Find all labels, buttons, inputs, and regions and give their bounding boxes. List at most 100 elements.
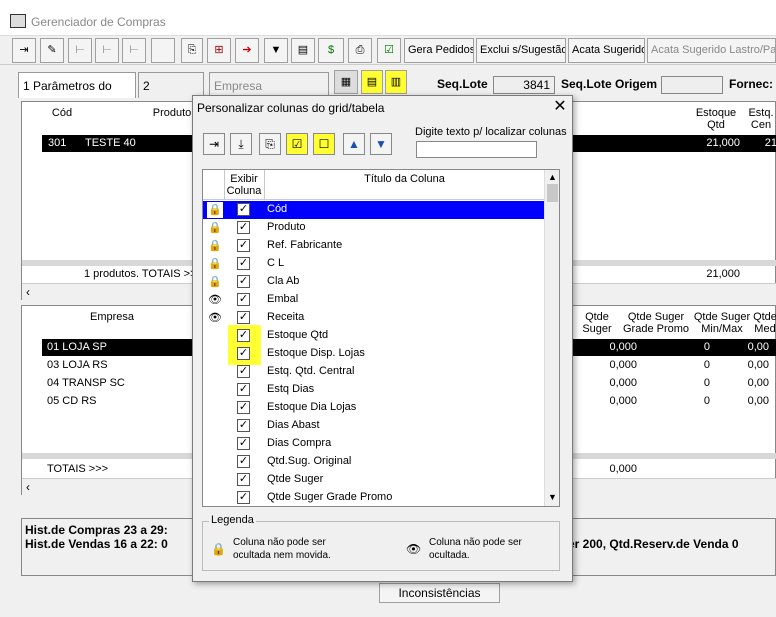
- arrow-up-icon[interactable]: ▲: [343, 133, 365, 155]
- show-column-checkbox[interactable]: ✓: [237, 221, 250, 234]
- column-title: Dias Abast: [267, 419, 320, 431]
- cell-grade-promo: 0: [703, 359, 710, 371]
- show-column-checkbox[interactable]: ✓: [237, 383, 250, 396]
- close-icon[interactable]: ✕: [550, 97, 570, 117]
- column-title: Estoque Dia Lojas: [267, 401, 357, 413]
- show-column-checkbox[interactable]: ✓: [237, 473, 250, 486]
- tree-collapse-icon[interactable]: ⊢: [122, 38, 146, 63]
- cell-minmax: 0,00: [747, 341, 769, 353]
- exit-icon[interactable]: ⇥: [203, 133, 225, 155]
- show-column-checkbox[interactable]: ✓: [237, 347, 250, 360]
- legend-title: Legenda: [209, 514, 256, 526]
- uncheck-all-icon[interactable]: ☐: [313, 133, 335, 155]
- cell-cod: 301: [48, 137, 67, 149]
- col-empresa[interactable]: Empresa: [62, 311, 162, 323]
- col-estoque-qtd[interactable]: Estoque Qtd: [690, 107, 742, 131]
- acata-sugerido-button[interactable]: Acata Sugerido: [568, 38, 645, 63]
- list-item[interactable]: ✓ Estoque Dia Lojas: [203, 399, 544, 417]
- column-title: Qtde Suger: [267, 473, 324, 485]
- scroll-left-icon[interactable]: ‹: [26, 285, 30, 299]
- show-column-checkbox[interactable]: ✓: [237, 365, 250, 378]
- edit-pencil-icon[interactable]: ✎: [40, 38, 64, 63]
- hist-vendas: Hist.de Vendas 16 a 22: 0: [25, 537, 168, 551]
- tab-parametros-lote[interactable]: 1 Parâmetros do Lote: [18, 72, 136, 119]
- show-column-checkbox[interactable]: ✓: [237, 455, 250, 468]
- search-label: Digite texto p/ localizar colunas: [415, 126, 567, 138]
- col-qtde-med[interactable]: Qtde Med: [753, 311, 776, 335]
- scroll-thumb[interactable]: [547, 184, 558, 202]
- show-column-checkbox[interactable]: ✓: [237, 257, 250, 270]
- legend-eye-text: Coluna não pode ser ocultada.: [429, 537, 522, 561]
- list-item[interactable]: 🔒 ✓ Cla Ab: [203, 273, 544, 291]
- list-item[interactable]: ✓ Estoque Disp. Lojas: [203, 343, 544, 365]
- list-item[interactable]: ✓ Dias Abast: [203, 417, 544, 435]
- show-column-checkbox[interactable]: ✓: [237, 239, 250, 252]
- seq-lote-label: Seq.Lote: [437, 77, 488, 91]
- search-input[interactable]: [416, 141, 537, 158]
- exit-icon[interactable]: ⇥: [12, 38, 36, 63]
- stores-totals-label: TOTAIS >>>: [47, 463, 109, 475]
- show-column-checkbox[interactable]: ✓: [237, 203, 250, 216]
- scroll-up-icon[interactable]: ▲: [548, 172, 557, 182]
- show-column-checkbox[interactable]: ✓: [237, 311, 250, 324]
- list-item[interactable]: ✓ Dias Compra: [203, 435, 544, 453]
- copy-icon[interactable]: ⎘: [259, 133, 281, 155]
- blank-button[interactable]: [151, 38, 175, 63]
- show-column-checkbox[interactable]: ✓: [237, 293, 250, 306]
- gera-pedidos-button[interactable]: Gera Pedidos: [404, 38, 474, 63]
- filter-icon[interactable]: ▼: [264, 38, 288, 63]
- list-vscroll[interactable]: ▲ ▼: [544, 170, 559, 506]
- show-column-checkbox[interactable]: ✓: [237, 275, 250, 288]
- export-icon[interactable]: ➔: [235, 38, 259, 63]
- cell-empresa: 05 CD RS: [47, 395, 97, 407]
- tree-expand-icon[interactable]: ⊢: [95, 38, 119, 63]
- list-item[interactable]: 🔒 ✓ Produto: [203, 219, 544, 237]
- tree-icon[interactable]: ⊢: [68, 38, 92, 63]
- show-column-checkbox[interactable]: ✓: [237, 491, 250, 504]
- column-order-icon[interactable]: ▥: [385, 70, 407, 94]
- acata-sugerido-lastro-button[interactable]: Acata Sugerido Lastro/Pal: [647, 38, 776, 63]
- list-item[interactable]: ✓ Qtde Suger Grade Promo: [203, 489, 544, 506]
- save-icon[interactable]: ⤓: [230, 133, 252, 155]
- list-item[interactable]: 🔒 ✓ Ref. Fabricante: [203, 237, 544, 255]
- report-icon[interactable]: ▤: [291, 38, 315, 63]
- list-item[interactable]: ✓ Estq. Qtd. Central: [203, 363, 544, 381]
- scroll-left-icon[interactable]: ‹: [26, 480, 30, 494]
- seq-lote-origem-field[interactable]: [661, 76, 723, 94]
- check-all-icon[interactable]: ☑: [286, 133, 308, 155]
- copy-icon[interactable]: ⎘: [181, 38, 203, 63]
- show-column-checkbox[interactable]: ✓: [237, 401, 250, 414]
- column-config-icon[interactable]: ▤: [361, 70, 383, 94]
- column-title: Estq Dias: [267, 383, 315, 395]
- show-column-checkbox[interactable]: ✓: [237, 329, 250, 342]
- arrow-down-icon[interactable]: ▼: [370, 133, 392, 155]
- seq-lote-field[interactable]: 3841: [493, 76, 555, 94]
- column-title: Estq. Qtd. Central: [267, 365, 355, 377]
- lock-icon: 🔒: [208, 240, 222, 252]
- price-icon[interactable]: $: [318, 38, 344, 63]
- col-qtde-suger[interactable]: Qtde Suger: [575, 311, 619, 335]
- list-item[interactable]: ✓ Qtd.Sug. Original: [203, 453, 544, 471]
- col-qtde-suger-grade-promo[interactable]: Qtde Suger Grade Promo: [621, 311, 691, 335]
- show-column-checkbox[interactable]: ✓: [237, 419, 250, 432]
- list-item[interactable]: 🔒 ✓ C L: [203, 255, 544, 273]
- list-item[interactable]: ✓ Qtde Suger: [203, 471, 544, 489]
- cell-qtde-suger: 0,000: [609, 341, 637, 353]
- column-title: Qtd.Sug. Original: [267, 455, 352, 467]
- col-qtde-suger-minmax[interactable]: Qtde Suger Min/Max: [693, 311, 751, 335]
- show-column-checkbox[interactable]: ✓: [237, 437, 250, 450]
- inconsistencias-button[interactable]: Inconsistências: [379, 583, 500, 603]
- list-item[interactable]: ✓ Estq Dias: [203, 381, 544, 399]
- print-icon[interactable]: ⎙: [348, 38, 372, 63]
- checklist-icon[interactable]: ☑: [377, 38, 401, 63]
- col-estq-cen[interactable]: Estq. Cen: [745, 107, 776, 131]
- list-header: Exibir Coluna Título da Coluna: [203, 170, 544, 200]
- list-item[interactable]: 🔒 ✓ Cód: [203, 201, 544, 219]
- list-item[interactable]: 👁 ✓ Embal: [203, 291, 544, 309]
- exclui-sugestao-button[interactable]: Exclui s/Sugestão: [476, 38, 566, 63]
- col-cod[interactable]: Cód: [44, 107, 80, 119]
- add-item-icon[interactable]: ⊞: [207, 38, 231, 63]
- grid-view-icon[interactable]: ▦: [334, 70, 358, 94]
- scroll-down-icon[interactable]: ▼: [548, 492, 557, 502]
- column-title: Receita: [267, 311, 305, 323]
